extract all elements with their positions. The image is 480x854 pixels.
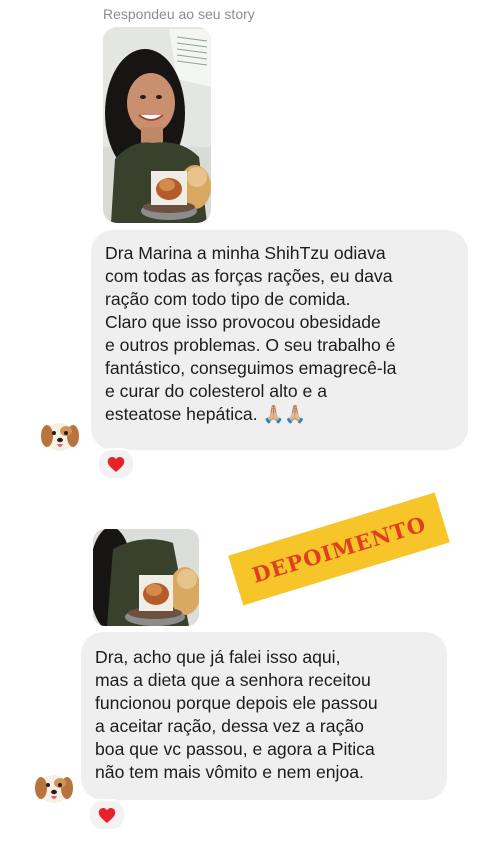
message-line: Dra, acho que já falei isso aqui, [95, 647, 341, 667]
message-line: e outros problemas. O seu trabalho é [105, 335, 396, 355]
message-line: ração com todo tipo de comida. [105, 289, 351, 309]
message-line: com todas as forças rações, eu dava [105, 266, 393, 286]
story-thumbnail-image [93, 529, 199, 626]
message-line: esteatose hepática. 🙏🏼🙏🏼 [105, 404, 307, 424]
heart-reaction[interactable] [88, 799, 126, 831]
message-line: boa que vc passou, e agora a Pitica [95, 739, 375, 759]
heart-icon [98, 807, 116, 823]
story-thumbnail-image [103, 27, 211, 223]
depoimento-stamp-text: DEPOIMENTO [249, 510, 429, 588]
depoimento-stamp: DEPOIMENTO [228, 492, 450, 606]
story-thumbnail[interactable] [103, 27, 211, 223]
heart-icon [107, 456, 125, 472]
sender-avatar[interactable] [33, 766, 75, 808]
message-line: fantástico, conseguimos emagrecê-la [105, 358, 397, 378]
heart-reaction[interactable] [97, 448, 135, 480]
story-thumbnail[interactable] [93, 529, 199, 626]
message-line: mas a dieta que a senhora receitou [95, 670, 371, 690]
dog-face-icon [41, 423, 79, 451]
message-bubble[interactable]: Dra Marina a minha ShihTzu odiava com to… [91, 230, 468, 450]
dog-face-icon [35, 775, 73, 803]
message-line: funcionou porque depois ele passou [95, 693, 378, 713]
story-reply-label: Respondeu ao seu story [103, 6, 255, 22]
message-line: a aceitar ração, dessa vez a ração [95, 716, 364, 736]
message-line: Claro que isso provocou obesidade [105, 312, 381, 332]
sender-avatar[interactable] [39, 414, 81, 456]
message-line: e curar do colesterol alto e a [105, 381, 328, 401]
message-bubble[interactable]: Dra, acho que já falei isso aqui, mas a … [81, 632, 447, 800]
message-line: Dra Marina a minha ShihTzu odiava [105, 243, 386, 263]
message-line: não tem mais vômito e nem enjoa. [95, 762, 364, 782]
